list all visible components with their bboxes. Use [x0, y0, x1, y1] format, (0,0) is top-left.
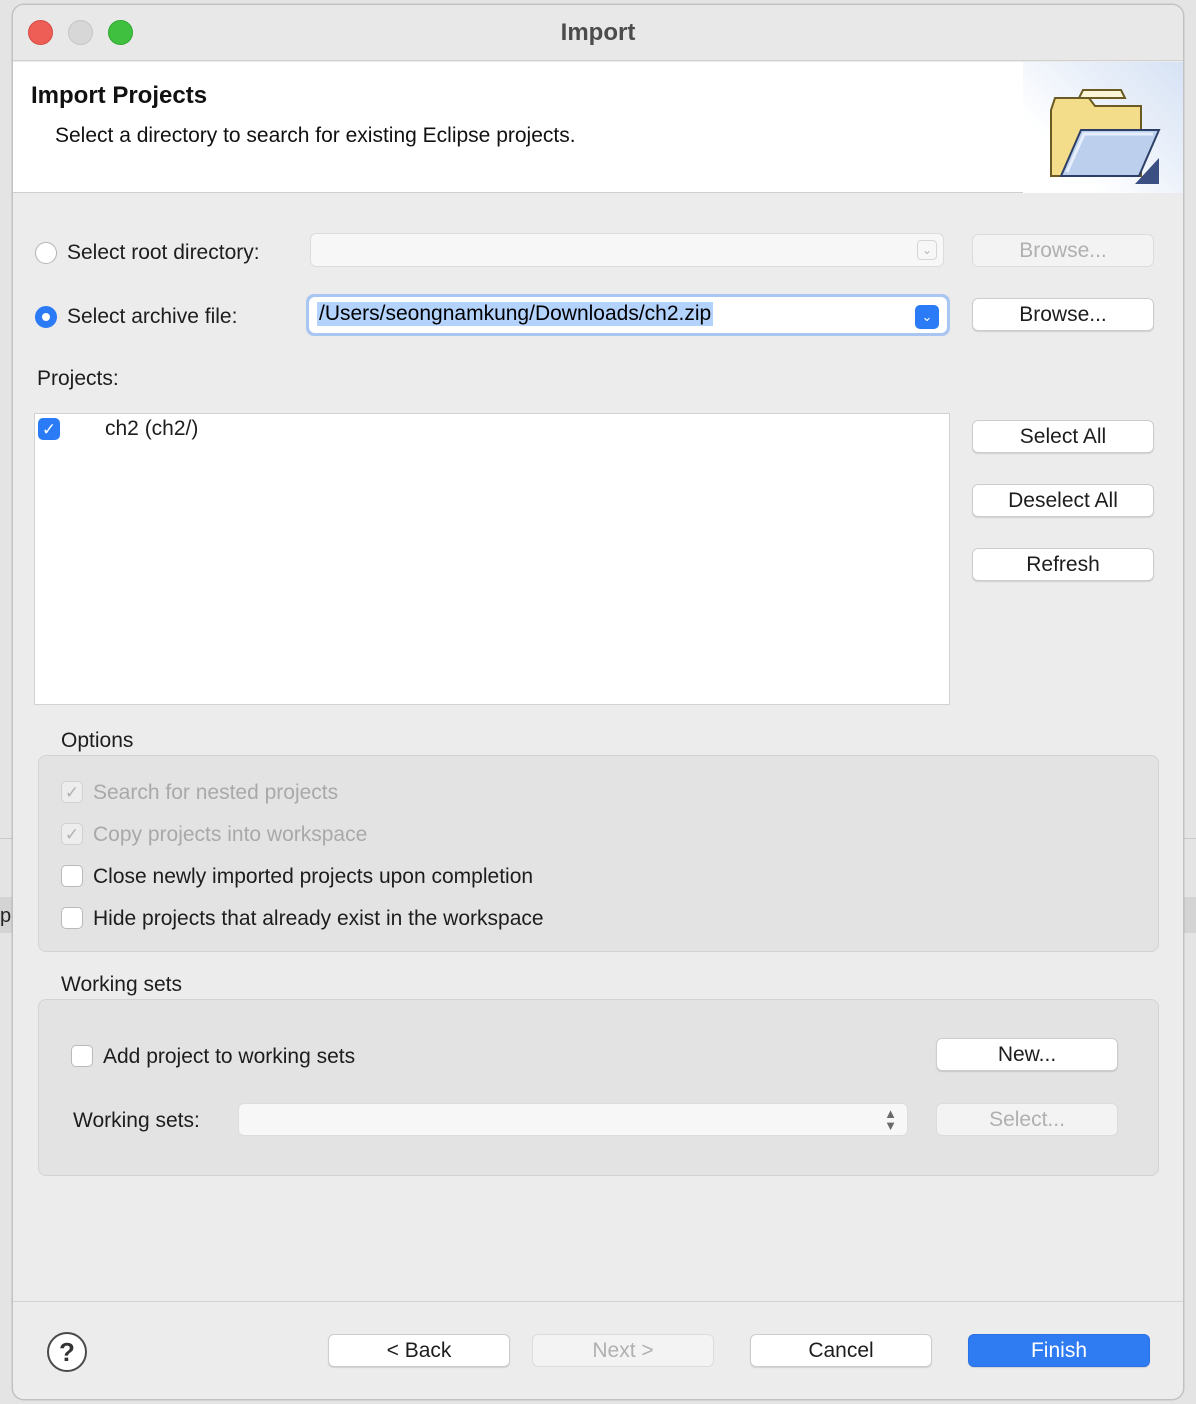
folder-open-icon	[1050, 89, 1161, 184]
close-imported-checkbox[interactable]	[61, 865, 83, 887]
options-group: ✓ Search for nested projects ✓ Copy proj…	[38, 755, 1159, 952]
wizard-banner: Import Projects Select a directory to se…	[13, 62, 1183, 193]
project-list[interactable]: ✓ ch2 (ch2/)	[34, 413, 950, 705]
add-working-sets-checkbox[interactable]	[71, 1045, 93, 1067]
copy-projects-label: Copy projects into workspace	[93, 823, 368, 846]
help-icon[interactable]: ?	[47, 1332, 87, 1372]
background-partial-text: p	[0, 905, 12, 927]
root-directory-combo[interactable]: ⌄	[310, 233, 944, 267]
hide-existing-label: Hide projects that already exist in the …	[93, 907, 544, 930]
list-item[interactable]: ✓ ch2 (ch2/)	[35, 414, 949, 446]
nested-projects-checkbox[interactable]: ✓	[61, 781, 83, 803]
archive-file-value: /Users/seongnamkung/Downloads/ch2.zip	[317, 302, 714, 326]
title-bar: Import	[13, 5, 1183, 61]
up-down-arrows-icon: ▲ ▼	[884, 1106, 897, 1133]
options-title: Options	[61, 729, 134, 752]
root-directory-radio[interactable]	[35, 242, 57, 264]
working-sets-group: Add project to working sets New... Worki…	[38, 999, 1159, 1176]
archive-file-label: Select archive file:	[67, 305, 238, 328]
close-imported-label: Close newly imported projects upon compl…	[93, 865, 534, 888]
page-title: Import Projects	[31, 82, 208, 109]
deselect-all-button[interactable]: Deselect All	[972, 484, 1154, 517]
project-checkbox[interactable]: ✓	[38, 418, 60, 440]
root-directory-label: Select root directory:	[67, 241, 260, 264]
archive-file-radio[interactable]	[35, 306, 57, 328]
next-button[interactable]: Next >	[532, 1334, 714, 1367]
new-working-set-button[interactable]: New...	[936, 1038, 1118, 1071]
add-working-sets-label: Add project to working sets	[103, 1045, 356, 1068]
refresh-button[interactable]: Refresh	[972, 548, 1154, 581]
select-working-sets-button[interactable]: Select...	[936, 1103, 1118, 1136]
back-button[interactable]: < Back	[328, 1334, 510, 1367]
root-browse-button[interactable]: Browse...	[972, 234, 1154, 267]
archive-browse-button[interactable]: Browse...	[972, 298, 1154, 331]
page-description: Select a directory to search for existin…	[55, 124, 576, 147]
hide-existing-checkbox[interactable]	[61, 907, 83, 929]
chevron-down-icon[interactable]: ⌄	[915, 305, 939, 329]
working-sets-label: Working sets:	[73, 1109, 200, 1132]
finish-button[interactable]: Finish	[968, 1334, 1150, 1367]
archive-file-input[interactable]: /Users/seongnamkung/Downloads/ch2.zip ⌄	[309, 297, 947, 333]
projects-label: Projects:	[37, 367, 119, 390]
nested-projects-label: Search for nested projects	[93, 781, 339, 804]
select-all-button[interactable]: Select All	[972, 420, 1154, 453]
footer-divider	[13, 1301, 1183, 1302]
chevron-down-icon: ⌄	[917, 240, 937, 260]
project-name: ch2 (ch2/)	[105, 417, 199, 440]
working-sets-title: Working sets	[61, 973, 182, 996]
import-dialog: Import Import Projects Select a director…	[12, 4, 1184, 1400]
archive-file-combo[interactable]: /Users/seongnamkung/Downloads/ch2.zip ⌄	[306, 294, 950, 336]
copy-projects-checkbox[interactable]: ✓	[61, 823, 83, 845]
working-sets-combo[interactable]: ▲ ▼	[238, 1103, 908, 1136]
window-title: Import	[560, 19, 636, 46]
cancel-button[interactable]: Cancel	[750, 1334, 932, 1367]
